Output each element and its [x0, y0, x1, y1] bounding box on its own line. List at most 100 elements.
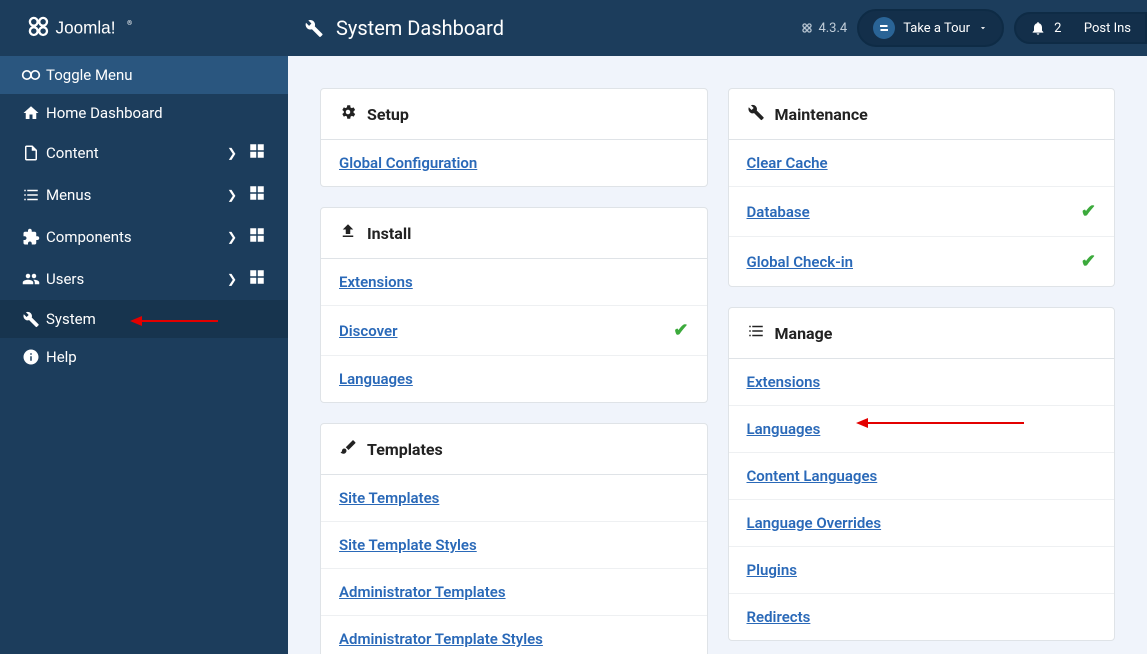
sidebar-item-label: Components [46, 228, 222, 246]
brand-logo[interactable]: Joomla! ® [0, 14, 288, 42]
sidebar-item-label: Users [46, 270, 222, 288]
version-badge[interactable]: 4.3.4 [800, 21, 847, 36]
link-site-templates[interactable]: Site Templates [339, 489, 439, 507]
chevron-down-icon [978, 23, 988, 33]
wrench-icon [747, 103, 765, 125]
sidebar-item-home-dashboard[interactable]: Home Dashboard [0, 94, 288, 132]
card-row: Discover ✔ [321, 306, 707, 356]
card-row: Languages [729, 406, 1115, 453]
chevron-right-icon: ❯ [222, 146, 242, 160]
chevron-right-icon: ❯ [222, 230, 242, 244]
take-tour-button[interactable]: Take a Tour [857, 9, 1004, 47]
sidebar-item-content[interactable]: Content❯ [0, 132, 288, 174]
card-row: Extensions [729, 359, 1115, 406]
card-title: Install [367, 224, 411, 243]
link-global-configuration[interactable]: Global Configuration [339, 154, 477, 172]
card-title: Manage [775, 324, 833, 343]
link-global-check-in[interactable]: Global Check-in [747, 253, 854, 271]
svg-text:®: ® [127, 19, 132, 27]
page-title-area: System Dashboard [288, 16, 800, 40]
card-maintenance: MaintenanceClear CacheDatabase✔Global Ch… [728, 88, 1116, 287]
info-icon [16, 348, 46, 366]
right-column: MaintenanceClear CacheDatabase✔Global Ch… [728, 88, 1116, 641]
card-row: Content Languages [729, 453, 1115, 500]
link-site-template-styles[interactable]: Site Template Styles [339, 536, 477, 554]
toggle-menu-label: Toggle Menu [46, 66, 272, 84]
joomla-small-icon [800, 21, 814, 35]
checklist-icon [747, 322, 765, 344]
sidebar-item-users[interactable]: Users❯ [0, 258, 288, 300]
card-title: Templates [367, 440, 443, 459]
chevron-right-icon: ❯ [222, 272, 242, 286]
sidebar-item-label: Menus [46, 186, 222, 204]
grid-icon[interactable] [242, 268, 272, 290]
grid-icon[interactable] [242, 226, 272, 248]
card-header: Maintenance [729, 89, 1115, 140]
sidebar-item-label: Home Dashboard [46, 104, 272, 122]
sidebar-item-label: Help [46, 348, 272, 366]
wrench-icon [16, 310, 46, 328]
chevron-right-icon: ❯ [222, 188, 242, 202]
puzzle-icon [16, 228, 46, 246]
card-header: Manage [729, 308, 1115, 359]
card-row: Site Templates [321, 475, 707, 522]
link-redirects[interactable]: Redirects [747, 608, 811, 626]
link-extensions[interactable]: Extensions [747, 373, 821, 391]
sidebar-item-system[interactable]: System [0, 300, 288, 338]
topbar: Joomla! ® System Dashboard 4.3.4 Take a … [0, 0, 1147, 56]
left-column: Setup Global Configuration Install Extensio… [320, 88, 708, 654]
card-row: Administrator Templates [321, 569, 707, 616]
sidebar-item-menus[interactable]: Menus❯ [0, 174, 288, 216]
upload-icon [339, 222, 357, 244]
card-row: Site Template Styles [321, 522, 707, 569]
users-icon [16, 270, 46, 288]
grid-icon[interactable] [242, 142, 272, 164]
toggle-menu-button[interactable]: Toggle Menu [0, 56, 288, 94]
top-actions: 4.3.4 Take a Tour 2 Post Ins [800, 9, 1147, 47]
card-header: Setup [321, 89, 707, 140]
link-language-overrides[interactable]: Language Overrides [747, 514, 882, 532]
link-database[interactable]: Database [747, 203, 810, 221]
map-signs-icon [873, 17, 895, 39]
svg-text:Joomla!: Joomla! [56, 18, 116, 37]
card-row: Database✔ [729, 187, 1115, 237]
card-row: Extensions [321, 259, 707, 306]
link-clear-cache[interactable]: Clear Cache [747, 154, 828, 172]
link-languages[interactable]: Languages [339, 370, 413, 388]
card-row: Global Check-in ✔ [729, 237, 1115, 286]
link-administrator-templates[interactable]: Administrator Templates [339, 583, 506, 601]
sidebar-item-help[interactable]: Help [0, 338, 288, 376]
link-content-languages[interactable]: Content Languages [747, 467, 878, 485]
grid-icon[interactable] [242, 184, 272, 206]
link-languages[interactable]: Languages [747, 420, 821, 438]
card-manage: Manage Extensions Languages Content Languag… [728, 307, 1116, 641]
card-row: Plugins [729, 547, 1115, 594]
wrench-icon [304, 18, 324, 38]
sidebar-item-label: System [46, 310, 272, 328]
bell-icon [1030, 20, 1046, 36]
notifications-button[interactable]: 2 Post Ins [1014, 12, 1147, 44]
brush-icon [339, 438, 357, 460]
sidebar-item-components[interactable]: Components❯ [0, 216, 288, 258]
card-templates: Templates Site Templates Site Template Sty… [320, 423, 708, 654]
gear-icon [339, 103, 357, 125]
joomla-logo-icon: Joomla! ® [16, 14, 176, 42]
link-extensions[interactable]: Extensions [339, 273, 413, 291]
card-row: Redirects [729, 594, 1115, 640]
home-icon [16, 104, 46, 122]
card-row: Language Overrides [729, 500, 1115, 547]
card-setup: Setup Global Configuration [320, 88, 708, 187]
card-row: Clear Cache [729, 140, 1115, 187]
card-install: Install Extensions Discover ✔ Languages [320, 207, 708, 403]
notif-count: 2 [1054, 21, 1061, 36]
link-administrator-template-styles[interactable]: Administrator Template Styles [339, 630, 543, 648]
card-header: Install [321, 208, 707, 259]
link-discover[interactable]: Discover [339, 322, 397, 340]
content-area: Setup Global Configuration Install Extensio… [288, 56, 1147, 654]
card-title: Maintenance [775, 105, 868, 124]
card-row: Languages [321, 356, 707, 402]
card-row: Administrator Template Styles [321, 616, 707, 654]
check-icon: ✔ [673, 320, 688, 341]
check-icon: ✔ [1081, 251, 1096, 272]
link-plugins[interactable]: Plugins [747, 561, 797, 579]
